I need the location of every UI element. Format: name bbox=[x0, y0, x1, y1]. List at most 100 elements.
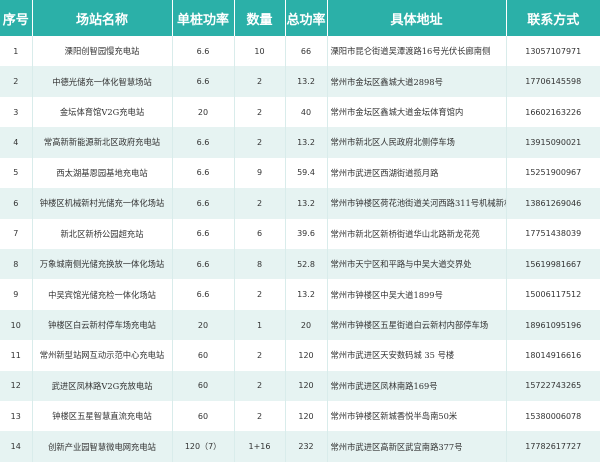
header-quantity: 数量 bbox=[234, 0, 286, 36]
cell-station-name: 溧阳创智园慢充电站 bbox=[32, 36, 173, 67]
cell-quantity: 6 bbox=[234, 218, 286, 249]
cell-station-name: 创新产业园智慧微电网充电站 bbox=[32, 431, 173, 462]
cell-contact: 15380006078 bbox=[525, 411, 582, 421]
table-row: 10 钟楼区白云新村停车场充电站 20 1 20 常州市钟楼区五星街道白云新村内… bbox=[0, 309, 600, 341]
cell-contact: 18961095196 bbox=[525, 320, 582, 330]
table-row: 1 溧阳创智园慢充电站 6.6 10 66 溧阳市昆仑街道吴潭渡路16号光伏长廊… bbox=[0, 36, 600, 67]
cell-index: 10 bbox=[0, 309, 33, 341]
cell-index: 1 bbox=[0, 36, 33, 67]
cell-address: 常州市武进区凤林南路169号 bbox=[327, 370, 507, 402]
table-row: 5 西太湖基恩园基地充电站 6.6 9 59.4 常州市武进区西湖街道揽月路 1… bbox=[0, 157, 600, 189]
cell-unit-power: 6.6 bbox=[172, 36, 235, 67]
header-contact: 联系方式 bbox=[506, 0, 600, 36]
cell-contact: 18014916616 bbox=[525, 350, 582, 360]
cell-total-power: 40 bbox=[285, 96, 328, 128]
cell-address: 常州市金坛区鑫城大道2898号 bbox=[327, 66, 507, 97]
header-index: 序号 bbox=[0, 0, 33, 36]
cell-quantity: 9 bbox=[234, 157, 286, 189]
cell-total-power: 120 bbox=[285, 370, 328, 402]
table-row: 11 常州新型站网互动示范中心充电站 60 2 120 常州市武进区天安数码城 … bbox=[0, 340, 600, 371]
cell-quantity: 8 bbox=[234, 248, 286, 280]
cell-unit-power: 6.6 bbox=[172, 279, 235, 310]
cell-address: 常州市天宁区和平路与中吴大道交界处 bbox=[327, 248, 507, 280]
cell-station-name: 钟楼区五星智慧直流充电站 bbox=[32, 401, 173, 432]
cell-unit-power: 60 bbox=[172, 370, 235, 402]
cell-quantity: 2 bbox=[234, 66, 286, 97]
cell-index: 7 bbox=[0, 218, 33, 249]
cell-total-power: 120 bbox=[285, 340, 328, 371]
cell-address: 常州市新北区新桥街道华山北路新龙花苑 bbox=[327, 218, 507, 249]
table-row: 9 中吴宾馆光储充检一体化场站 6.6 2 13.2 常州市钟楼区中吴大道189… bbox=[0, 279, 600, 310]
cell-quantity: 2 bbox=[234, 279, 286, 310]
cell-address: 常州市新北区人民政府北侧停车场 bbox=[327, 127, 507, 158]
cell-total-power: 13.2 bbox=[285, 66, 328, 97]
cell-station-name: 武进区凤林路V2G充放电站 bbox=[32, 370, 173, 402]
cell-contact: 13915090021 bbox=[525, 137, 582, 147]
cell-address: 常州市武进区天安数码城 35 号楼 bbox=[327, 340, 507, 371]
cell-total-power: 13.2 bbox=[285, 279, 328, 310]
cell-unit-power: 6.6 bbox=[172, 248, 235, 280]
cell-address: 常州市金坛区鑫城大道金坛体育馆内 bbox=[327, 96, 507, 128]
cell-contact: 13057107971 bbox=[525, 46, 582, 56]
cell-unit-power: 6.6 bbox=[172, 188, 235, 219]
cell-total-power: 52.8 bbox=[285, 248, 328, 280]
header-unit-power: 单桩功率 bbox=[172, 0, 235, 36]
cell-index: 2 bbox=[0, 66, 33, 97]
cell-station-name: 常州新型站网互动示范中心充电站 bbox=[32, 340, 173, 371]
header-row: 序号 场站名称 单桩功率 数量 总功率 具体地址 联系方式 bbox=[0, 0, 600, 36]
cell-station-name: 中德光储充一体化智慧场站 bbox=[32, 66, 173, 97]
cell-index: 13 bbox=[0, 401, 33, 432]
cell-index: 3 bbox=[0, 96, 33, 128]
cell-address: 溧阳市昆仑街道吴潭渡路16号光伏长廊南侧 bbox=[327, 36, 507, 67]
cell-quantity: 2 bbox=[234, 188, 286, 219]
cell-total-power: 232 bbox=[285, 431, 328, 462]
cell-total-power: 39.6 bbox=[285, 218, 328, 249]
header-address: 具体地址 bbox=[327, 0, 507, 36]
table-row: 4 常高新新能源新北区政府充电站 6.6 2 13.2 常州市新北区人民政府北侧… bbox=[0, 127, 600, 158]
cell-unit-power: 6.6 bbox=[172, 157, 235, 189]
cell-contact: 15722743265 bbox=[525, 381, 582, 391]
cell-index: 5 bbox=[0, 157, 33, 189]
cell-unit-power: 6.6 bbox=[172, 127, 235, 158]
cell-total-power: 59.4 bbox=[285, 157, 328, 189]
cell-contact: 17782617727 bbox=[525, 442, 582, 452]
cell-quantity: 2 bbox=[234, 96, 286, 128]
cell-total-power: 66 bbox=[285, 36, 328, 67]
cell-quantity: 2 bbox=[234, 340, 286, 371]
cell-index: 9 bbox=[0, 279, 33, 310]
cell-unit-power: 60 bbox=[172, 401, 235, 432]
charging-station-table: 序号 场站名称 单桩功率 数量 总功率 具体地址 联系方式 1 溧阳创智园慢充电… bbox=[0, 0, 600, 462]
cell-address: 常州市钟楼区新城香悦半岛南50米 bbox=[327, 401, 507, 432]
cell-contact: 13861269046 bbox=[525, 198, 582, 208]
cell-contact: 15619981667 bbox=[525, 259, 582, 269]
cell-address: 常州市钟楼区五星街道白云新村内部停车场 bbox=[327, 309, 507, 341]
cell-station-name: 西太湖基恩园基地充电站 bbox=[32, 157, 173, 189]
cell-station-name: 钟楼区白云新村停车场充电站 bbox=[32, 309, 173, 341]
table-row: 8 万象城南侧光储充换放一体化场站 6.6 8 52.8 常州市天宁区和平路与中… bbox=[0, 248, 600, 280]
cell-index: 12 bbox=[0, 370, 33, 402]
table-row: 14 创新产业园智慧微电网充电站 120（7） 1+16 232 常州市武进区高… bbox=[0, 431, 600, 462]
cell-station-name: 万象城南侧光储充换放一体化场站 bbox=[32, 248, 173, 280]
cell-unit-power: 20 bbox=[172, 309, 235, 341]
header-total-power: 总功率 bbox=[285, 0, 328, 36]
cell-unit-power: 6.6 bbox=[172, 218, 235, 249]
table-row: 13 钟楼区五星智慧直流充电站 60 2 120 常州市钟楼区新城香悦半岛南50… bbox=[0, 401, 600, 432]
cell-address: 常州市武进区西湖街道揽月路 bbox=[327, 157, 507, 189]
cell-index: 11 bbox=[0, 340, 33, 371]
cell-contact: 16602163226 bbox=[525, 107, 582, 117]
table-row: 3 金坛体育馆V2G充电站 20 2 40 常州市金坛区鑫城大道金坛体育馆内 1… bbox=[0, 96, 600, 128]
cell-quantity: 1+16 bbox=[234, 431, 286, 462]
cell-unit-power: 6.6 bbox=[172, 66, 235, 97]
cell-station-name: 新北区新桥公园超充站 bbox=[32, 218, 173, 249]
cell-total-power: 20 bbox=[285, 309, 328, 341]
cell-address: 常州市钟楼区荷花池街道关河西路311号机械新村西区 bbox=[327, 188, 507, 219]
cell-station-name: 常高新新能源新北区政府充电站 bbox=[32, 127, 173, 158]
cell-index: 8 bbox=[0, 248, 33, 280]
cell-contact: 15006117512 bbox=[525, 290, 582, 300]
cell-index: 4 bbox=[0, 127, 33, 158]
cell-unit-power: 60 bbox=[172, 340, 235, 371]
table-row: 6 钟楼区机械新村光储充一体化场站 6.6 2 13.2 常州市钟楼区荷花池街道… bbox=[0, 188, 600, 219]
table-row: 2 中德光储充一体化智慧场站 6.6 2 13.2 常州市金坛区鑫城大道2898… bbox=[0, 66, 600, 97]
cell-unit-power: 120（7） bbox=[172, 431, 235, 462]
cell-contact: 17751438039 bbox=[525, 229, 582, 239]
